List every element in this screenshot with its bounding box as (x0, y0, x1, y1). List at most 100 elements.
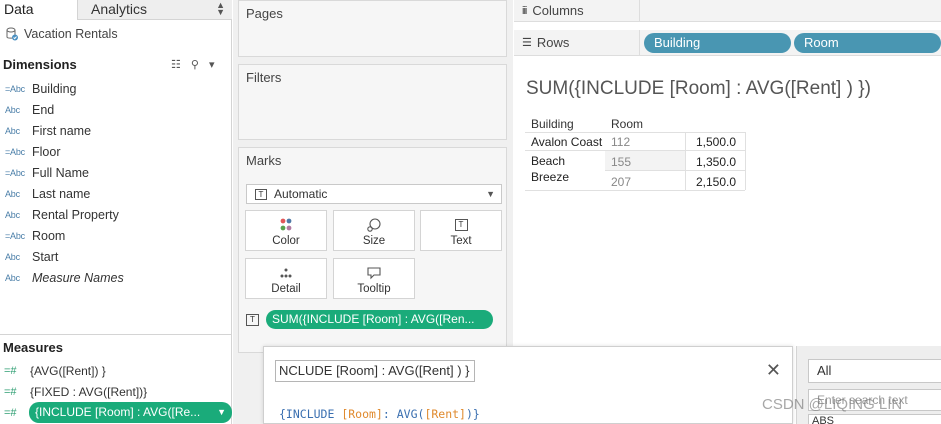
building-row-pill[interactable]: Building (644, 33, 791, 53)
field-name: Floor (32, 144, 61, 159)
calculation-name-input[interactable]: NCLUDE [Room] : AVG([Rent] ) } (275, 360, 475, 382)
function-list-item[interactable]: ABS (808, 414, 941, 424)
view-list-icon[interactable]: ☷ (171, 58, 181, 71)
text-mark-icon: T (255, 188, 267, 200)
dimensions-tools: ☷ ⚲ ▾ (171, 58, 214, 71)
function-category-select[interactable]: All (808, 359, 941, 383)
dimensions-menu-icon[interactable]: ▾ (209, 58, 215, 71)
watermark: CSDN @LIQING LIN (762, 396, 903, 413)
worksheet-title[interactable]: SUM({INCLUDE [Room] : AVG([Rent] ) }) (526, 78, 871, 100)
table-cell-building[interactable]: Breeze (531, 170, 569, 184)
color-button[interactable]: Color (245, 210, 327, 251)
tab-data[interactable]: Data (0, 0, 77, 20)
string-type-icon: Abc (5, 272, 20, 283)
dimension-field[interactable]: Abc Start (0, 246, 230, 267)
string-type-icon: =Abc (5, 230, 25, 241)
table-cell-value[interactable]: 1,350.0 (696, 155, 736, 169)
text-mark-icon[interactable]: T (246, 313, 259, 326)
tooltip-button[interactable]: Tooltip (333, 258, 415, 299)
field-name: Start (32, 249, 59, 264)
field-name: Last name (32, 186, 91, 201)
columns-shelf[interactable]: iii Columns (514, 0, 941, 22)
tooltip-icon (366, 264, 382, 282)
dimension-field[interactable]: =Abc Room (0, 225, 230, 246)
text-label: Text (450, 235, 472, 247)
filters-title: Filters (246, 70, 282, 85)
field-name: End (32, 102, 55, 117)
table-cell-building[interactable]: Avalon Coast (531, 135, 602, 149)
field-name: Rental Property (32, 207, 119, 222)
pages-card[interactable]: Pages (238, 0, 507, 57)
field-name: First name (32, 123, 92, 138)
number-type-icon: =# (4, 364, 17, 377)
field-name: Building (32, 81, 77, 96)
formula-field: [Rent] (424, 407, 466, 421)
header-room[interactable]: Room (611, 117, 643, 131)
table-cell-room[interactable]: 207 (611, 175, 631, 189)
table-cell-building[interactable]: Beach (531, 154, 565, 168)
datasource-name: Vacation Rentals (24, 27, 118, 41)
calculation-editor: NCLUDE [Room] : AVG([Rent] ) } ✕ {INCLUD… (263, 346, 793, 424)
dimension-field[interactable]: =Abc Full Name (0, 162, 230, 183)
marks-card: Marks T Automatic ▼ Color Size T Text De… (238, 147, 507, 353)
mark-type-dropdown[interactable]: T Automatic ▼ (246, 184, 502, 204)
string-type-icon: Abc (5, 125, 20, 136)
formula-close: )} (465, 407, 480, 421)
size-button[interactable]: Size (333, 210, 415, 251)
table-divider (525, 132, 745, 133)
string-type-icon: =Abc (5, 83, 25, 94)
search-icon[interactable]: ⚲ (191, 58, 199, 71)
detail-button[interactable]: Detail (245, 258, 327, 299)
rows-shelf[interactable]: ☰ Rows Building Room (514, 30, 941, 56)
dimension-field[interactable]: Abc End (0, 99, 230, 120)
calculation-formula[interactable]: {INCLUDE [Room]: AVG([Rent])} (279, 407, 480, 421)
table-cell-value[interactable]: 2,150.0 (696, 175, 736, 189)
sort-arrows-icon[interactable]: ▲ ▼ (216, 1, 225, 17)
data-pane: Data Analytics ▲ ▼ Vacation Rentals Dimen… (0, 0, 232, 424)
string-type-icon: Abc (5, 188, 20, 199)
field-name: Measure Names (32, 270, 124, 285)
marks-text-pill[interactable]: SUM({INCLUDE [Room] : AVG([Ren... (266, 310, 493, 329)
table-cell-room[interactable]: 155 (611, 155, 631, 169)
database-icon (6, 27, 18, 41)
size-icon (366, 216, 382, 234)
pill-dropdown-icon[interactable]: ▼ (217, 403, 226, 422)
measures-title: Measures (3, 340, 63, 355)
table-divider (745, 132, 746, 190)
field-name: {AVG([Rent]) } (30, 363, 106, 378)
string-type-icon: Abc (5, 209, 20, 220)
table-divider (525, 190, 745, 191)
field-name: {FIXED : AVG([Rent])} (30, 384, 148, 399)
dimension-field[interactable]: =Abc Floor (0, 141, 230, 162)
field-name: {INCLUDE [Room] : AVG([Re... (35, 405, 201, 419)
dimensions-title: Dimensions (3, 57, 77, 72)
dimension-field[interactable]: Abc Last name (0, 183, 230, 204)
columns-icon: iii (522, 4, 527, 17)
dimension-field[interactable]: =Abc Building (0, 78, 230, 99)
detail-label: Detail (271, 283, 301, 295)
color-label: Color (272, 235, 300, 247)
dropdown-arrow-icon: ▼ (486, 189, 495, 199)
text-button[interactable]: T Text (420, 210, 502, 251)
rows-shelf-label: ☰ Rows (514, 30, 640, 55)
datasource-item[interactable]: Vacation Rentals (6, 27, 118, 41)
measure-field[interactable]: =# {FIXED : AVG([Rent])} (0, 381, 230, 402)
measure-field[interactable]: =# {AVG([Rent]) } (0, 360, 230, 381)
dimension-field[interactable]: Abc Rental Property (0, 204, 230, 225)
measure-field-selected[interactable]: =# {INCLUDE [Room] : AVG([Re... ▼ (3, 402, 232, 423)
dimension-field[interactable]: Abc Measure Names (0, 267, 230, 288)
size-label: Size (362, 235, 386, 247)
room-row-pill[interactable]: Room (794, 33, 941, 53)
worksheet-view: SUM({INCLUDE [Room] : AVG([Rent] ) }) Bu… (514, 64, 941, 344)
marks-field-row: T SUM({INCLUDE [Room] : AVG([Ren... (246, 310, 493, 329)
tab-analytics[interactable]: Analytics ▲ ▼ (77, 0, 232, 20)
dimension-field[interactable]: Abc First name (0, 120, 230, 141)
table-cell-value[interactable]: 1,500.0 (696, 135, 736, 149)
filters-card[interactable]: Filters (238, 64, 507, 140)
header-building[interactable]: Building (531, 117, 574, 131)
close-icon[interactable]: ✕ (766, 360, 781, 381)
string-type-icon: =Abc (5, 146, 25, 157)
table-divider (605, 170, 745, 171)
selected-measure-pill[interactable]: {INCLUDE [Room] : AVG([Re... ▼ (29, 402, 232, 423)
table-cell-room[interactable]: 112 (611, 135, 630, 149)
